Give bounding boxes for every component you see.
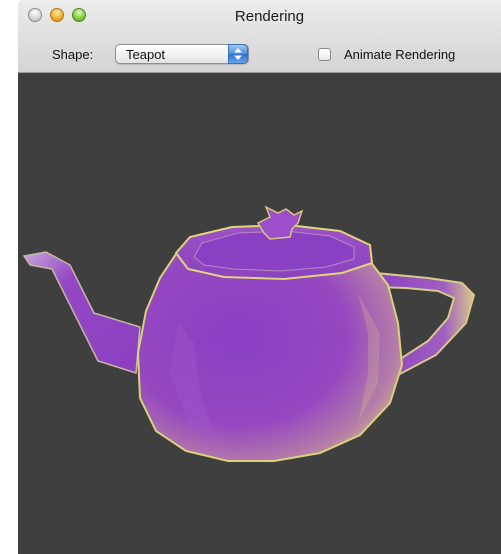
shape-select-value: Teapot <box>126 47 166 62</box>
rendering-window: Rendering Shape: Teapot Animate Renderin… <box>0 0 501 554</box>
opengl-view[interactable] <box>18 73 501 554</box>
window-title: Rendering <box>234 8 305 25</box>
teapot-spout <box>22 251 141 374</box>
animate-rendering-checkbox[interactable] <box>318 48 331 61</box>
teapot-render <box>22 205 476 462</box>
title-bar: Rendering Shape: Teapot Animate Renderin… <box>18 0 501 73</box>
shape-label: Shape: <box>52 47 94 62</box>
toolbar: Shape: Teapot Animate Rendering <box>18 40 501 70</box>
select-arrows-icon <box>228 44 248 64</box>
shape-select[interactable]: Teapot <box>115 44 249 64</box>
animate-rendering-label: Animate Rendering <box>344 47 456 62</box>
